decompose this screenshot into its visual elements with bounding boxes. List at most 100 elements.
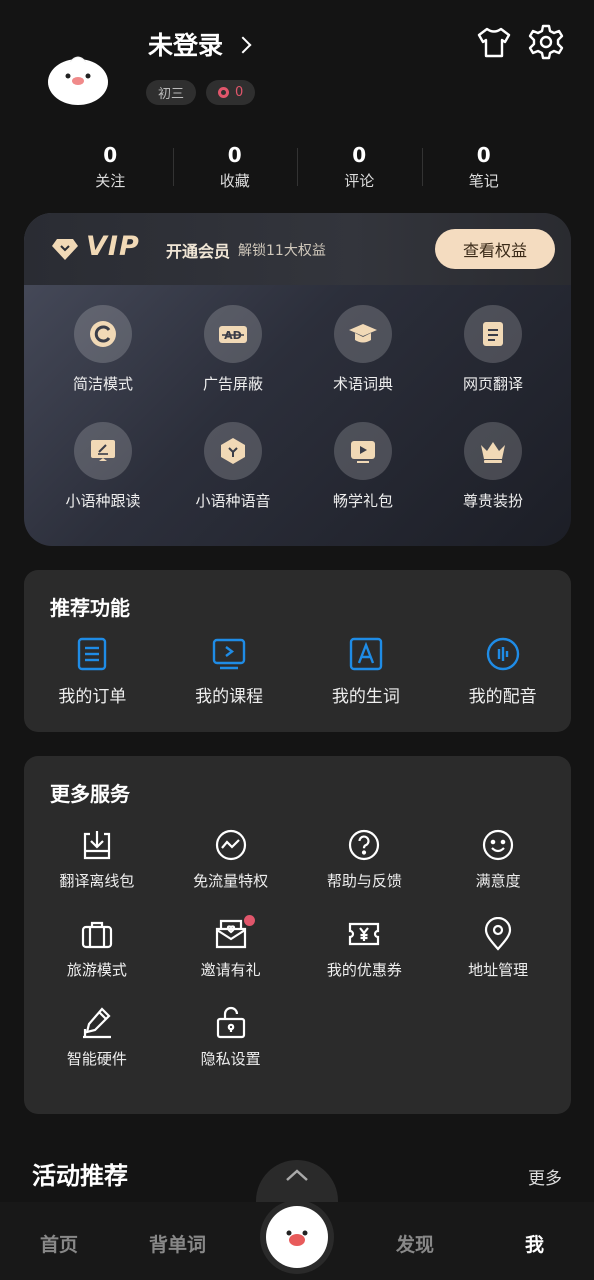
points-value: 0 bbox=[235, 85, 244, 100]
invite-icon bbox=[215, 919, 246, 949]
privacy-settings-button[interactable]: 隐私设置 bbox=[164, 1006, 298, 1069]
location-icon bbox=[485, 917, 512, 951]
vip-item-label: 广告屏蔽 bbox=[202, 375, 263, 393]
login-link[interactable]: 未登录 bbox=[148, 26, 252, 62]
stat-label: 笔记 bbox=[468, 172, 499, 190]
svc-item-label: 地址管理 bbox=[468, 961, 529, 979]
satisfaction-button[interactable]: 满意度 bbox=[431, 828, 565, 891]
my-dubbing-button[interactable]: 我的配音 bbox=[434, 636, 571, 707]
vip-item-study-gift[interactable]: 畅学礼包 bbox=[298, 422, 428, 511]
vip-item-term-dictionary[interactable]: 术语词典 bbox=[298, 305, 428, 394]
smart-pen-icon bbox=[82, 1007, 111, 1039]
svc-item-label: 智能硬件 bbox=[66, 1050, 127, 1068]
course-icon bbox=[212, 638, 246, 670]
points-badge[interactable]: 0 bbox=[206, 80, 256, 105]
graduation-cap-icon bbox=[334, 305, 392, 363]
ad-block-icon: AD bbox=[204, 305, 262, 363]
help-feedback-button[interactable]: 帮助与反馈 bbox=[298, 828, 432, 891]
chevron-up-icon[interactable] bbox=[285, 1168, 309, 1182]
stat-label: 评论 bbox=[344, 172, 375, 190]
offline-pack-button[interactable]: 翻译离线包 bbox=[30, 828, 164, 891]
view-benefits-button[interactable]: 查看权益 bbox=[435, 229, 555, 269]
grade-badge[interactable]: 初三 bbox=[146, 80, 197, 105]
invite-gift-button[interactable]: 邀请有礼 bbox=[164, 915, 298, 980]
web-translate-icon bbox=[464, 305, 522, 363]
my-orders-button[interactable]: 我的订单 bbox=[24, 636, 161, 707]
vip-item-label: 尊贵装扮 bbox=[462, 492, 523, 510]
stat-value: 0 bbox=[476, 143, 491, 167]
svc-item-label: 免流量特权 bbox=[193, 872, 269, 890]
diamond-icon bbox=[52, 239, 78, 260]
my-courses-button[interactable]: 我的课程 bbox=[161, 636, 298, 707]
stat-label: 关注 bbox=[95, 172, 126, 190]
nav-me[interactable]: 我 bbox=[525, 1230, 544, 1257]
activity-more-link[interactable]: 更多 bbox=[528, 1164, 562, 1189]
data-free-button[interactable]: 免流量特权 bbox=[164, 828, 298, 891]
coupon-icon bbox=[349, 922, 380, 946]
vip-item-label: 术语词典 bbox=[332, 375, 393, 393]
vip-item-simple-mode[interactable]: 简洁模式 bbox=[38, 305, 168, 394]
stat-value: 0 bbox=[103, 143, 118, 167]
data-free-icon bbox=[215, 829, 246, 861]
svc-item-label: 我的优惠券 bbox=[326, 961, 402, 979]
download-icon bbox=[83, 831, 110, 860]
vip-item-label: 小语种语音 bbox=[195, 492, 271, 510]
stat-follow[interactable]: 0 关注 bbox=[48, 142, 173, 191]
travel-mode-button[interactable]: 旅游模式 bbox=[30, 917, 164, 980]
my-coupons-button[interactable]: 我的优惠券 bbox=[298, 917, 432, 980]
shirt-icon[interactable] bbox=[474, 22, 514, 62]
vocabulary-icon bbox=[349, 637, 383, 671]
smart-hardware-button[interactable]: 智能硬件 bbox=[30, 1006, 164, 1069]
nav-discover[interactable]: 发现 bbox=[396, 1230, 434, 1257]
mascot-icon bbox=[266, 1206, 328, 1268]
crown-icon bbox=[464, 422, 522, 480]
vip-item-ad-block[interactable]: AD 广告屏蔽 bbox=[168, 305, 298, 394]
help-icon bbox=[349, 829, 380, 861]
vip-label: VIP bbox=[86, 231, 140, 262]
svc-item-label: 帮助与反馈 bbox=[326, 872, 402, 890]
svc-item-label: 隐私设置 bbox=[200, 1050, 261, 1068]
vip-unlock-label: 解锁11大权益 bbox=[238, 243, 326, 259]
order-icon bbox=[78, 637, 107, 671]
vip-item-label: 简洁模式 bbox=[72, 375, 133, 393]
vip-item-dress-up[interactable]: 尊贵装扮 bbox=[428, 422, 558, 511]
svc-item-label: 翻译离线包 bbox=[59, 872, 135, 890]
address-management-button[interactable]: 地址管理 bbox=[431, 917, 565, 980]
vip-card: VIP 开通会员 解锁11大权益 查看权益 简洁模式 AD 广告屏蔽 术语词典 bbox=[24, 213, 571, 546]
voice-icon bbox=[204, 422, 262, 480]
stat-notes[interactable]: 0 笔记 bbox=[421, 142, 547, 191]
rec-item-label: 我的配音 bbox=[468, 687, 537, 707]
vip-item-read-along[interactable]: 小语种跟读 bbox=[38, 422, 168, 511]
avatar[interactable] bbox=[46, 52, 110, 106]
services-title: 更多服务 bbox=[50, 782, 130, 806]
nav-words[interactable]: 背单词 bbox=[149, 1230, 206, 1257]
vip-item-label: 网页翻译 bbox=[462, 375, 523, 393]
view-benefits-label: 查看权益 bbox=[462, 241, 527, 260]
vip-header[interactable]: VIP 开通会员 解锁11大权益 查看权益 bbox=[24, 213, 571, 285]
my-vocabulary-button[interactable]: 我的生词 bbox=[298, 636, 435, 707]
rec-item-label: 我的课程 bbox=[195, 687, 264, 707]
rec-item-label: 我的生词 bbox=[331, 687, 400, 707]
smile-icon bbox=[483, 829, 514, 861]
stat-comments[interactable]: 0 评论 bbox=[297, 142, 422, 191]
svc-item-label: 邀请有礼 bbox=[200, 961, 261, 979]
activity-title: 活动推荐 bbox=[32, 1162, 128, 1190]
svc-item-label: 旅游模式 bbox=[66, 961, 127, 979]
recommend-title: 推荐功能 bbox=[50, 596, 130, 620]
nav-center-mascot-button[interactable] bbox=[260, 1200, 334, 1274]
stat-favorites[interactable]: 0 收藏 bbox=[172, 142, 298, 191]
stat-value: 0 bbox=[227, 143, 242, 167]
vip-open-label: 开通会员 bbox=[166, 242, 231, 261]
video-gift-icon bbox=[334, 422, 392, 480]
stat-label: 收藏 bbox=[219, 172, 250, 190]
nav-home[interactable]: 首页 bbox=[40, 1230, 78, 1257]
vip-item-web-translate[interactable]: 网页翻译 bbox=[428, 305, 558, 394]
recommend-card: 推荐功能 我的订单 我的课程 我的生词 我的配音 bbox=[24, 570, 571, 732]
svc-item-label: 满意度 bbox=[475, 872, 521, 890]
coin-icon bbox=[218, 87, 230, 98]
chevron-right-icon bbox=[234, 36, 252, 54]
gear-icon[interactable] bbox=[526, 22, 566, 62]
vip-item-voice[interactable]: 小语种语音 bbox=[168, 422, 298, 511]
rec-item-label: 我的订单 bbox=[58, 687, 127, 707]
read-along-icon bbox=[74, 422, 132, 480]
